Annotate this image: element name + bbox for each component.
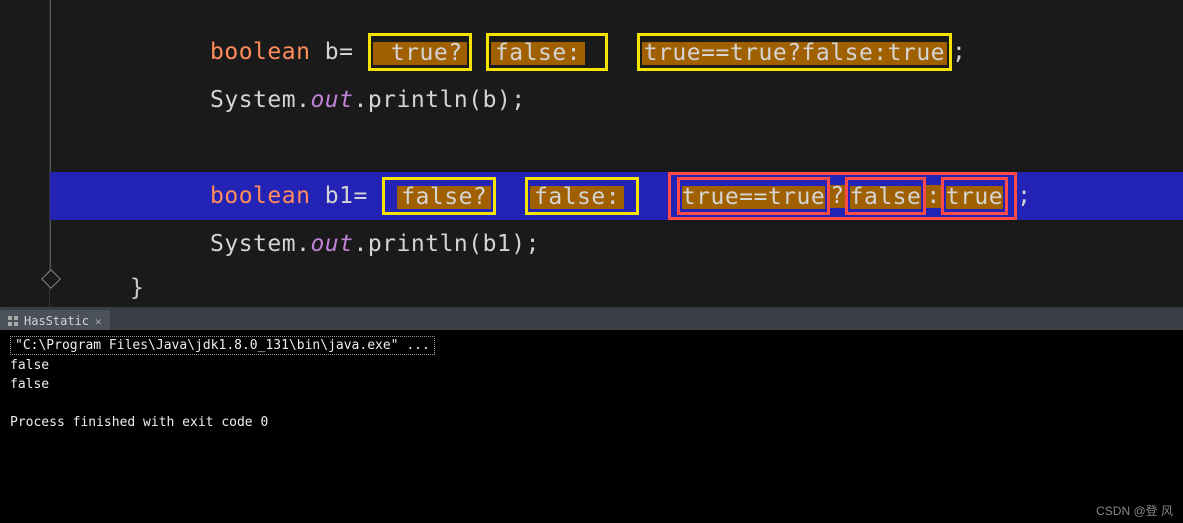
qmark: ? bbox=[830, 185, 844, 208]
console-output[interactable]: "C:\Program Files\Java\jdk1.8.0_131\bin\… bbox=[0, 330, 1183, 438]
system: System. bbox=[210, 89, 310, 112]
colon: : bbox=[926, 185, 940, 208]
out-field: out bbox=[310, 89, 353, 112]
highlight-box-3b: false: bbox=[525, 177, 639, 215]
output-blank bbox=[10, 395, 1173, 414]
highlight-box-1a: true? bbox=[368, 33, 472, 71]
code-area[interactable]: boolean b= true? false: true==true?false… bbox=[50, 0, 1183, 308]
code-line-3[interactable]: boolean b1= false? false: true==true ? f… bbox=[50, 172, 1183, 220]
command-line: "C:\Program Files\Java\jdk1.8.0_131\bin\… bbox=[10, 336, 435, 355]
editor-gutter bbox=[0, 0, 50, 307]
token-true-q: true? bbox=[373, 42, 467, 65]
tab-label: HasStatic bbox=[24, 314, 89, 328]
token-false-q: false? bbox=[397, 186, 491, 209]
output-line-1: false bbox=[10, 357, 1173, 376]
token-true: true bbox=[946, 186, 1003, 209]
blank-line bbox=[50, 124, 1183, 172]
highlight-outer-red: true==true ? false : true bbox=[668, 172, 1017, 220]
console-tab[interactable]: HasStatic ✕ bbox=[0, 310, 110, 330]
grid-icon bbox=[8, 316, 18, 326]
var-b1: b1= bbox=[310, 185, 382, 208]
highlight-box-3a: false? bbox=[382, 177, 496, 215]
token-false: false bbox=[850, 186, 922, 209]
code-line-2[interactable]: System. out .println(b); bbox=[50, 76, 1183, 124]
gap bbox=[639, 185, 668, 208]
highlight-inner-c: true bbox=[941, 177, 1008, 215]
highlight-inner-b: false bbox=[845, 177, 927, 215]
highlight-inner-a: true==true bbox=[677, 177, 830, 215]
println-call: .println(b1); bbox=[353, 233, 540, 256]
gap bbox=[496, 185, 525, 208]
keyword-boolean: boolean bbox=[210, 185, 310, 208]
exit-line: Process finished with exit code 0 bbox=[10, 414, 1173, 433]
code-editor[interactable]: 💡 boolean b= true? false: true==true?fal… bbox=[0, 0, 1183, 307]
println-call: .println(b); bbox=[353, 89, 525, 112]
keyword-boolean: boolean bbox=[210, 41, 310, 64]
gap bbox=[608, 41, 637, 64]
semicolon: ; bbox=[952, 41, 966, 64]
highlight-box-1b: false: bbox=[486, 33, 608, 71]
token-true-eq: true==true bbox=[682, 186, 825, 209]
close-icon[interactable]: ✕ bbox=[95, 315, 102, 328]
semicolon: ; bbox=[1017, 185, 1031, 208]
close-brace: } bbox=[130, 277, 144, 300]
ternary-tail: true==true?false:true bbox=[642, 42, 947, 65]
system: System. bbox=[210, 233, 310, 256]
out-field: out bbox=[310, 233, 353, 256]
gap bbox=[472, 41, 486, 64]
console-tabbar[interactable]: HasStatic ✕ bbox=[0, 308, 1183, 330]
code-line-4[interactable]: System. out .println(b1); bbox=[50, 220, 1183, 268]
output-line-2: false bbox=[10, 376, 1173, 395]
console-panel: HasStatic ✕ "C:\Program Files\Java\jdk1.… bbox=[0, 307, 1183, 523]
code-line-1[interactable]: boolean b= true? false: true==true?false… bbox=[50, 28, 1183, 76]
token-false-colon: false: bbox=[491, 42, 585, 65]
token-false-colon: false: bbox=[530, 186, 624, 209]
close-brace-line: } bbox=[50, 268, 1183, 308]
var-b: b= bbox=[310, 41, 367, 64]
highlight-box-1c: true==true?false:true bbox=[637, 33, 952, 71]
watermark: CSDN @登 风 bbox=[1096, 502, 1173, 519]
